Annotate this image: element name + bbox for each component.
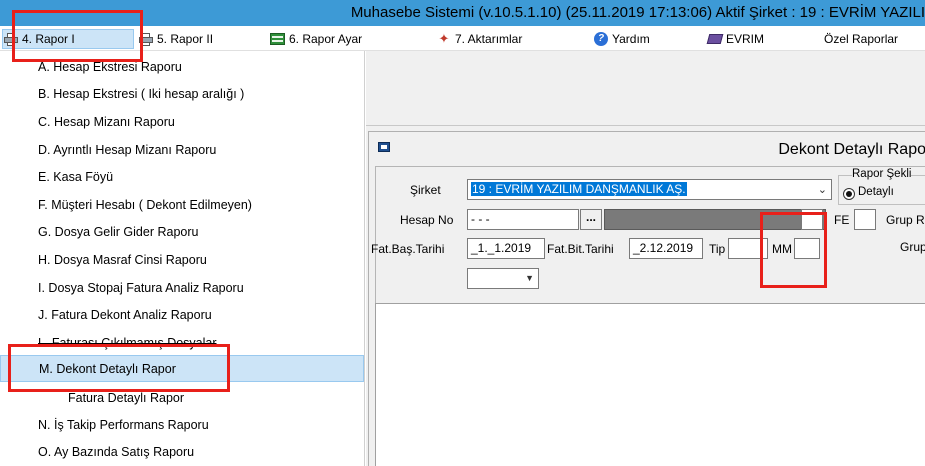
fat-bas-input[interactable]: _1._1.2019 (467, 238, 545, 259)
menu-item-label: C. Hesap Mizanı Raporu (38, 114, 175, 129)
mdi-top-panel (366, 51, 925, 126)
fat-bit-value: _2.12.2019 (633, 241, 694, 255)
report-form: Şirket 19 : EVRİM YAZILIM DANŞMANLIK AŞ.… (371, 166, 925, 303)
menu-item-label: N. İş Takip Performans Raporu (38, 417, 209, 432)
menu-item-hesap-ekstresi-iki[interactable]: B. Hesap Ekstresi ( Iki hesap aralığı ) (0, 80, 364, 107)
menu-rapor-2-label: 5. Rapor II (157, 32, 214, 46)
report-results-area (375, 303, 925, 466)
menu-item-label: M. Dekont Detaylı Rapor (39, 361, 176, 376)
dropdown-arrow-icon: ▼ (525, 273, 534, 283)
option-checkbox-1[interactable] (801, 209, 823, 230)
sirket-label: Şirket (410, 183, 441, 197)
chevron-down-icon: ⌄ (817, 184, 827, 196)
menu-item-label: O. Ay Bazında Satış Raporu (38, 444, 195, 459)
menu-item-musteri-hesabi[interactable]: F. Müşteri Hesabı ( Dekont Edilmeyen) (0, 191, 364, 218)
menu-item-fatura-dekont[interactable]: J. Fatura Dekont Analiz Raporu (0, 301, 364, 328)
menu-item-label: D. Ayrıntlı Hesap Mizanı Raporu (38, 142, 217, 157)
rapor-1-dropdown: A. Hesap Ekstresi Raporu B. Hesap Ekstre… (0, 51, 365, 466)
menu-item-label: A. Hesap Ekstresi Raporu (38, 59, 182, 74)
extra-select[interactable]: ▼ (467, 268, 539, 289)
menu-aktarimlar-label: 7. Aktarımlar (455, 32, 523, 46)
settings-icon (270, 32, 286, 46)
menu-aktarimlar[interactable]: ✦ 7. Aktarımlar (436, 29, 523, 49)
menu-item-label: I. Dosya Stopaj Fatura Analiz Raporu (38, 280, 244, 295)
menu-ozel-raporlar-label: Özel Raporlar (824, 32, 899, 46)
child-window-title: Dekont Detaylı Rapo (778, 141, 925, 158)
hesap-no-value: - - - (471, 212, 490, 226)
menu-rapor-ayar-label: 6. Rapor Ayar (289, 32, 363, 46)
menu-rapor-1[interactable]: 4. Rapor I (2, 29, 134, 49)
menu-item-label: J. Fatura Dekont Analiz Raporu (38, 307, 212, 322)
menu-item-label: L. Faturası Çıkılmamış Dosyalar (38, 335, 217, 350)
fe-checkbox[interactable] (854, 209, 876, 230)
evrim-icon (706, 32, 724, 46)
menu-item-label: B. Hesap Ekstresi ( Iki hesap aralığı ) (38, 86, 245, 101)
menu-item-label: H. Dosya Masraf Cinsi Raporu (38, 252, 207, 267)
child-title-bar[interactable]: Dekont Detaylı Rapo (369, 132, 925, 166)
sirket-value: 19 : EVRİM YAZILIM DANŞMANLIK AŞ. (471, 182, 687, 196)
printer-icon (138, 32, 154, 46)
menu-item-label: G. Dosya Gelir Gider Raporu (38, 224, 199, 239)
detayli-radio[interactable] (843, 188, 855, 200)
window-icon (378, 142, 390, 152)
mm-input[interactable] (794, 238, 820, 259)
tip-input[interactable] (728, 238, 768, 259)
fe-label: FE (834, 213, 850, 227)
fat-bas-label: Fat.Baş.Tarihi (371, 242, 445, 256)
menu-item-dosya-gelir-gider[interactable]: G. Dosya Gelir Gider Raporu (0, 218, 364, 245)
menu-item-label: Fatura Detaylı Rapor (68, 390, 185, 405)
title-bar: Muhasebe Sistemi (v.10.5.1.10) (25.11.20… (0, 0, 925, 26)
menu-yardim[interactable]: ? Yardım (593, 29, 650, 49)
hesap-lookup-button[interactable]: ... (580, 209, 602, 230)
menu-item-label: E. Kasa Föyü (38, 169, 114, 184)
printer-icon (3, 32, 19, 46)
sirket-select[interactable]: 19 : EVRİM YAZILIM DANŞMANLIK AŞ. ⌄ (467, 179, 832, 200)
tip-label: Tip (709, 242, 726, 256)
menu-rapor-ayar[interactable]: 6. Rapor Ayar (270, 29, 362, 49)
menu-item-fatura-detayli[interactable]: Fatura Detaylı Rapor (0, 384, 364, 411)
menu-item-dekont-detayli[interactable]: M. Dekont Detaylı Rapor (0, 355, 364, 382)
menu-item-faturasi-cikilmamis[interactable]: L. Faturası Çıkılmamış Dosyalar (0, 329, 364, 356)
grup-r-label: Grup R (886, 213, 925, 227)
menu-item-ayrintili-mizan[interactable]: D. Ayrıntlı Hesap Mizanı Raporu (0, 136, 364, 163)
menu-evrim[interactable]: EVRIM (706, 29, 765, 49)
fat-bas-value: _1._1.2019 (471, 241, 532, 255)
menu-yardim-label: Yardım (612, 32, 650, 46)
menu-rapor-1-label: 4. Rapor I (22, 32, 75, 46)
menu-ozel-raporlar[interactable]: Özel Raporlar (824, 29, 898, 49)
menu-item-is-takip[interactable]: N. İş Takip Performans Raporu (0, 411, 364, 438)
menu-item-label: F. Müşteri Hesabı ( Dekont Edilmeyen) (38, 197, 252, 212)
window-title: Muhasebe Sistemi (v.10.5.1.10) (25.11.20… (350, 4, 925, 21)
menu-evrim-label: EVRIM (726, 32, 765, 46)
menu-item-hesap-ekstresi[interactable]: A. Hesap Ekstresi Raporu (0, 53, 364, 80)
hesap-no-input[interactable]: - - - (467, 209, 579, 230)
hesap-no-label: Hesap No (400, 213, 454, 227)
fat-bit-label: Fat.Bit.Tarihi (547, 242, 614, 256)
mdi-area: Dekont Detaylı Rapo Şirket 19 : EVRİM YA… (366, 51, 925, 466)
menu-item-kasa-foyu[interactable]: E. Kasa Föyü (0, 163, 364, 190)
dekont-detayli-rapor-window: Dekont Detaylı Rapo Şirket 19 : EVRİM YA… (368, 131, 925, 466)
menu-item-dosya-masraf[interactable]: H. Dosya Masraf Cinsi Raporu (0, 246, 364, 273)
grup-label: Grup (900, 240, 925, 254)
menu-rapor-2[interactable]: 5. Rapor II (138, 29, 213, 49)
fat-bit-input[interactable]: _2.12.2019 (629, 238, 703, 259)
detayli-label: Detaylı (858, 186, 894, 198)
hesap-name-display (604, 209, 826, 230)
menu-item-ay-bazinda[interactable]: O. Ay Bazında Satış Raporu (0, 438, 364, 465)
transfer-icon: ✦ (438, 31, 450, 46)
rapor-sekli-label: Rapor Şekli (852, 168, 912, 180)
menu-item-stopaj-fatura[interactable]: I. Dosya Stopaj Fatura Analiz Raporu (0, 274, 364, 301)
menu-bar: 4. Rapor I 5. Rapor II 6. Rapor Ayar ✦ 7… (0, 26, 925, 51)
mm-label: MM (772, 242, 792, 256)
menu-item-hesap-mizani[interactable]: C. Hesap Mizanı Raporu (0, 108, 364, 135)
help-icon: ? (593, 32, 609, 46)
